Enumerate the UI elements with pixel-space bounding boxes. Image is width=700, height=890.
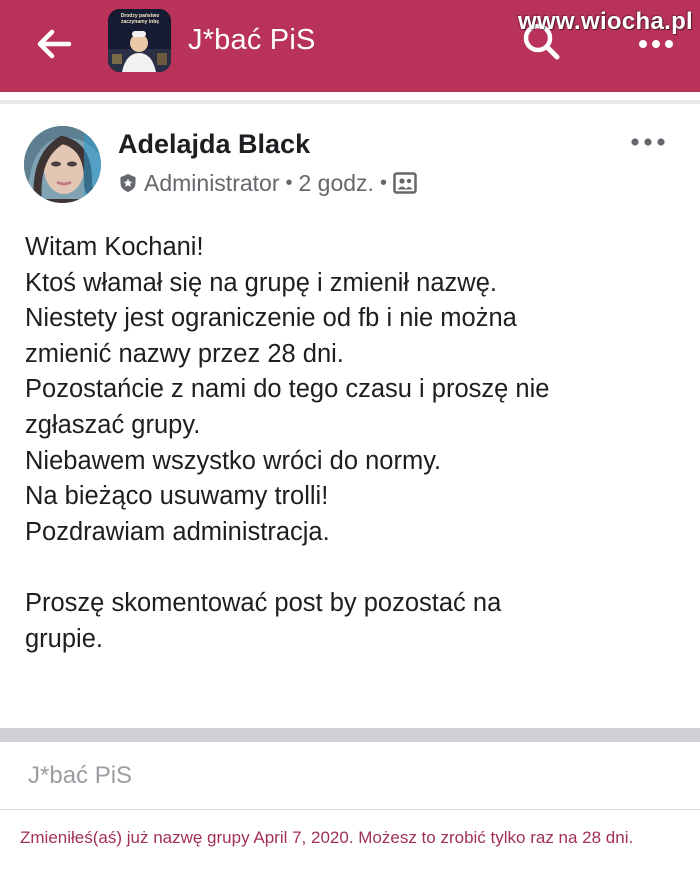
group-name-input[interactable]: J*bać PiS: [28, 762, 132, 790]
more-options-icon[interactable]: [638, 38, 674, 50]
admin-badge-icon: [120, 174, 136, 192]
group-thumbnail-caption: Drodzy państwo zaczynamy inbę: [120, 13, 160, 25]
group-title[interactable]: J*bać PiS: [188, 24, 316, 57]
post-line: Proszę skomentować post by pozostać na: [25, 588, 502, 617]
back-arrow-icon[interactable]: [36, 28, 72, 60]
post-line: Ktoś włamał się na grupę i zmienił nazwę…: [25, 268, 497, 297]
post-line: zmienić nazwy przez 28 dni.: [25, 339, 344, 368]
author-role[interactable]: Administrator: [144, 170, 279, 197]
post-line: Witam Kochani!: [25, 233, 204, 261]
rename-limit-notice: Zmieniłeś(aś) już nazwę grupy April 7, 2…: [20, 828, 634, 847]
post-line: Pozdrawiam administracja.: [25, 517, 330, 546]
post-line: Niestety jest ograniczenie od fb i nie m…: [25, 304, 517, 333]
post-line: Na bieżąco usuwamy trolli!: [25, 482, 329, 511]
author-name[interactable]: Adelajda Black: [118, 129, 310, 160]
post-blank-line: [25, 550, 685, 586]
watermark: www.wiocha.pl: [518, 8, 694, 35]
post-line: Pozostańcie z nami do tego czasu i prosz…: [25, 375, 550, 404]
meta-separator: •: [379, 171, 387, 194]
post-line: grupie.: [25, 624, 103, 653]
group-name-field[interactable]: J*bać PiS: [0, 742, 700, 810]
divider: [0, 100, 700, 104]
app-header: Drodzy państwo zaczynamy inbę J*bać PiS …: [0, 0, 700, 92]
meta-separator: •: [285, 171, 293, 194]
section-divider: [0, 728, 700, 742]
spacer: [0, 92, 700, 100]
avatar[interactable]: [24, 126, 101, 203]
post-timestamp[interactable]: 2 godz.: [299, 170, 374, 197]
post-meta: Administrator • 2 godz. •: [118, 168, 417, 198]
group-thumbnail[interactable]: Drodzy państwo zaczynamy inbę: [108, 9, 171, 72]
avatar-image: [24, 126, 101, 203]
post-line: zgłaszać grupy.: [25, 410, 201, 439]
post-more-options-icon[interactable]: [630, 136, 666, 148]
post-line: Niebawem wszystko wróci do normy.: [25, 446, 442, 475]
group-audience-icon: [393, 172, 417, 194]
post-text: Witam Kochani! Ktoś włamał się na grupę …: [25, 230, 685, 657]
